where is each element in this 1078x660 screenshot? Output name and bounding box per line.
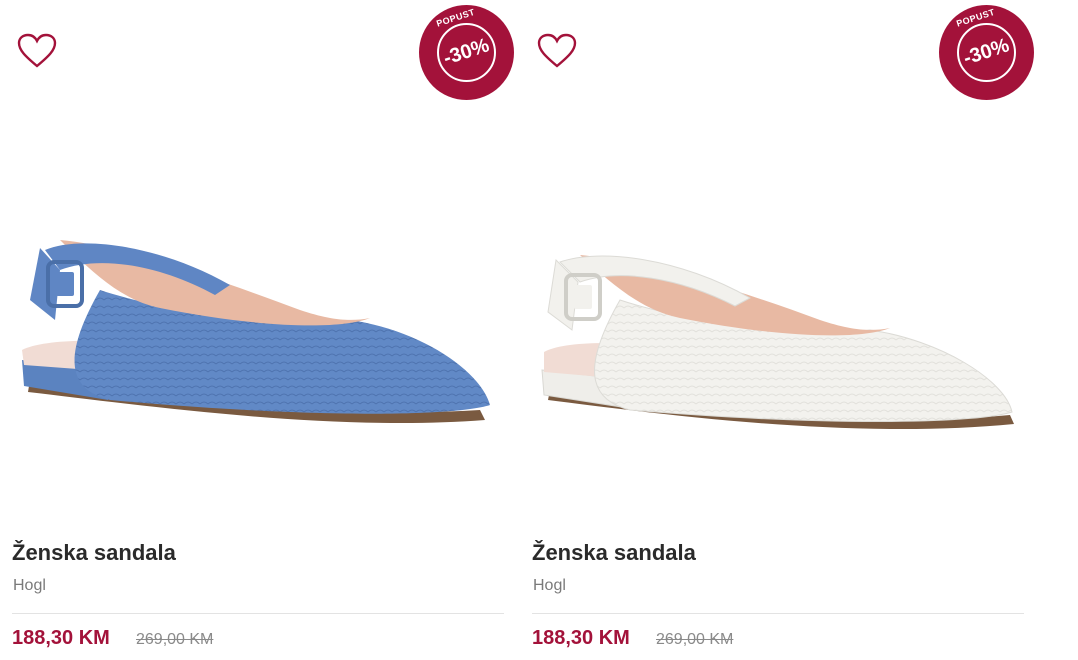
- product-image[interactable]: [520, 200, 1040, 480]
- original-price: 269,00 KM: [656, 631, 734, 648]
- divider: [532, 613, 1024, 614]
- sale-price: 188,30 KM: [12, 627, 110, 649]
- product-brand: Hogl: [13, 577, 46, 594]
- wishlist-heart-icon[interactable]: [537, 33, 577, 69]
- product-image[interactable]: [0, 200, 520, 480]
- product-title[interactable]: Ženska sandala: [12, 540, 176, 566]
- original-price: 269,00 KM: [136, 631, 214, 648]
- product-title[interactable]: Ženska sandala: [532, 540, 696, 566]
- discount-badge: POPUST -30%: [419, 5, 514, 100]
- sale-price: 188,30 KM: [532, 627, 630, 649]
- divider: [12, 613, 504, 614]
- product-brand: Hogl: [533, 577, 566, 594]
- product-card[interactable]: POPUST -30% Ženska sandala Hogl 188,30 K…: [0, 0, 520, 660]
- discount-badge: POPUST -30%: [939, 5, 1034, 100]
- product-card[interactable]: POPUST -30% Ženska sandala Hogl 188,30 K…: [520, 0, 1040, 660]
- product-grid: POPUST -30% Ženska sandala Hogl 188,30 K…: [0, 0, 1078, 660]
- wishlist-heart-icon[interactable]: [17, 33, 57, 69]
